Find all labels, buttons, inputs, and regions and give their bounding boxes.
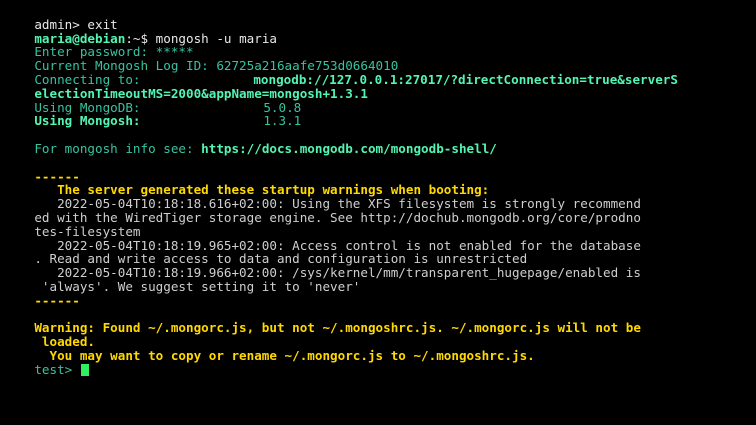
separator: ------: [34, 292, 80, 308]
mongodb-version-label: Using MongoDB:: [34, 99, 141, 115]
text-cursor[interactable]: [80, 363, 89, 376]
mongorc-warning: Warning: Found ~/.mongorc.js, but not ~/…: [34, 320, 641, 336]
command-text: admin> exit: [34, 16, 118, 32]
shell-command: :~$ mongosh -u maria: [125, 30, 277, 46]
password-prompt: Enter password: *****: [34, 44, 194, 60]
shell-user-host: maria@debian: [34, 30, 126, 46]
warning-text: tes-filesystem: [34, 223, 141, 239]
connection-string-cont: electionTimeoutMS=2000&appName=mongosh+1…: [34, 85, 368, 101]
terminal-line: The server generated these startup warni…: [4, 170, 756, 197]
terminal-window[interactable]: admin> exit maria@debian:~$ mongosh -u m…: [0, 0, 756, 425]
mongorc-warning: You may want to copy or rename ~/.mongor…: [34, 347, 535, 363]
log-id-text: Current Mongosh Log ID: 62725a216aafe753…: [34, 58, 399, 74]
terminal-line: You may want to copy or rename ~/.mongor…: [4, 335, 756, 363]
warning-text: 2022-05-04T10:18:18.616+02:00: Using the…: [34, 196, 641, 212]
docs-link[interactable]: https://docs.mongodb.com/mongodb-shell/: [201, 141, 497, 156]
warning-text: 2022-05-04T10:18:19.966+02:00: /sys/kern…: [34, 265, 641, 281]
info-text: For mongosh info see:: [34, 140, 202, 156]
terminal-line: ------: [4, 156, 756, 183]
shell-prompt: test>: [34, 361, 80, 377]
separator: ------: [34, 168, 80, 184]
terminal-line: For mongosh info see: https://docs.mongo…: [4, 128, 756, 156]
warnings-heading: The server generated these startup warni…: [34, 182, 490, 198]
mongorc-warning: loaded.: [34, 334, 96, 350]
mongodb-version-value: 5.0.8: [263, 99, 302, 115]
warning-text: ed with the WiredTiger storage engine. S…: [34, 209, 641, 225]
warning-text: 'always'. We suggest setting it to 'neve…: [34, 278, 361, 294]
terminal-line: admin> exit: [4, 4, 756, 31]
mongosh-version-label: Using Mongosh:: [34, 113, 141, 129]
warning-text: 2022-05-04T10:18:19.965+02:00: Access co…: [34, 237, 641, 253]
warning-text: . Read and write access to data and conf…: [34, 251, 528, 267]
connection-string: mongodb://127.0.0.1:27017/?directConnect…: [253, 71, 678, 87]
connecting-label: Connecting to:: [34, 71, 141, 87]
terminal-line: Warning: Found ~/.mongorc.js, but not ~/…: [4, 308, 756, 335]
mongosh-version-value: 1.3.1: [263, 113, 302, 129]
